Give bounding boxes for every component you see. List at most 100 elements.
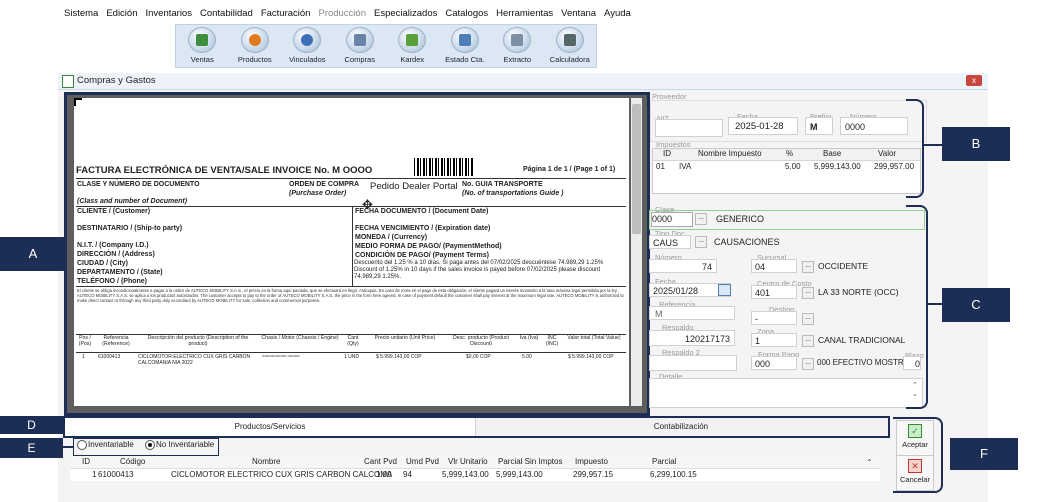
grid-cant: 1.00	[376, 470, 392, 479]
tab-productos-servicios[interactable]: Productos/Servicios	[65, 418, 476, 436]
clase-code-input[interactable]: 0000	[651, 212, 693, 227]
preview-scrollbar[interactable]	[631, 98, 642, 406]
toolbar-calculadora-button[interactable]: Calculadora	[544, 25, 597, 67]
proveedor-numero-input[interactable]: 0000	[840, 117, 908, 135]
referencia-input[interactable]: M	[649, 306, 735, 320]
impuestos-row[interactable]: 01 IVA 5.00 5,999,143.00 299,957.00	[653, 162, 920, 173]
close-button[interactable]: x	[966, 75, 982, 86]
grid-col-parcial: Parcial	[652, 457, 677, 466]
crop-mark	[74, 98, 82, 106]
toolbar-kardex-button[interactable]: Kardex	[386, 25, 439, 67]
medio-label: MEDIO FORMA DE PAGO/ (PaymentMethod)	[355, 243, 502, 250]
tab-contabilizacion[interactable]: Contabilización	[476, 418, 886, 436]
toolbar-estado-cta-button[interactable]: Estado Cta.	[439, 25, 492, 67]
cancelar-button[interactable]: ✕ Cancelar	[896, 455, 934, 491]
check-icon: ✓	[908, 424, 922, 438]
centro-costo-lookup-button[interactable]: ...	[802, 287, 814, 299]
toolbar-productos-button[interactable]: Productos	[229, 25, 282, 67]
no-inventariable-label: No Inventariable	[156, 440, 215, 449]
cancelar-label: Cancelar	[899, 475, 930, 484]
grid-scroll-up-icon[interactable]: ⌃	[866, 458, 873, 467]
divider	[76, 178, 626, 179]
menu-inventarios[interactable]: Inventarios	[142, 8, 196, 24]
departamento-label: DEPARTAMENTO / (State)	[77, 269, 163, 276]
clase-label: CLASE Y NÚMERO DE DOCUMENTO	[77, 181, 200, 188]
nit-input[interactable]	[655, 119, 723, 137]
sucursal-code-input[interactable]: 04	[751, 259, 797, 273]
col-desc: Desc. producto (Product Discount)	[453, 335, 509, 347]
fecha-doc-label: FECHA DOCUMENTO / (Document Date)	[355, 208, 489, 215]
aceptar-button[interactable]: ✓ Aceptar	[896, 420, 934, 456]
imp-id: 01	[656, 162, 665, 171]
callout-bracket-c	[906, 205, 928, 409]
calculator-icon	[555, 27, 584, 53]
scroll-thumb[interactable]	[632, 104, 641, 234]
calendar-icon[interactable]	[718, 284, 731, 296]
proveedor-fecha-input[interactable]: 2025-01-28	[728, 117, 798, 135]
main-toolbar: Ventas Productos Vinculados Compras Kard…	[175, 24, 597, 68]
guia-label: No. GUIA TRANSPORTE	[462, 181, 543, 188]
destino-input[interactable]: -	[751, 311, 797, 325]
menu-contabilidad[interactable]: Contabilidad	[196, 8, 257, 24]
menu-ventana[interactable]: Ventana	[557, 8, 600, 24]
invoice-items-header: Pos / (Pos) Referencia (Reference) Descr…	[76, 335, 626, 353]
formapago-code-input[interactable]: 000	[751, 356, 797, 370]
invoice-item-row: 1 61000413 CICLOMOTOR ELECTRICO CUX GRIS…	[76, 354, 626, 372]
grid-impuesto: 299,957.15	[573, 470, 614, 479]
tipodoc-code-input[interactable]: CAUS	[649, 235, 691, 249]
imp-col-id: ID	[663, 149, 671, 158]
tipodoc-lookup-button[interactable]: ...	[695, 236, 707, 248]
formapago-lookup-button[interactable]: ...	[802, 358, 814, 370]
respaldo-input[interactable]: 120217173	[649, 330, 735, 346]
menu-bar: Sistema Edición Inventarios Contabilidad…	[60, 8, 635, 24]
col-referencia: Referencia (Reference)	[102, 335, 130, 347]
menu-ayuda[interactable]: Ayuda	[600, 8, 635, 24]
inventariable-label: Inventariable	[88, 440, 134, 449]
tipodoc-name: CAUSACIONES	[714, 237, 780, 247]
detalle-textarea[interactable]	[649, 378, 923, 408]
respaldo2-input[interactable]	[649, 355, 737, 371]
destino-lookup-button[interactable]: ...	[802, 313, 814, 325]
sucursal-lookup-button[interactable]: ...	[802, 261, 814, 273]
centro-costo-code-input[interactable]: 401	[751, 285, 797, 299]
item-cant: 1 UND	[344, 354, 360, 360]
window-titlebar: Compras y Gastos x	[58, 73, 988, 90]
legal-text: El cliente se obliga incondicionalmente …	[77, 288, 624, 303]
zona-lookup-button[interactable]: ...	[802, 335, 814, 347]
direccion-label: DIRECCIÓN / (Address)	[77, 251, 155, 258]
toolbar-extracto-button[interactable]: Extracto	[491, 25, 544, 67]
menu-facturacion[interactable]: Facturación	[257, 8, 315, 24]
item-chasis: •••••••••••••••••••• ••••••••••	[262, 354, 300, 358]
no-inventariable-radio[interactable]	[145, 440, 155, 450]
divider	[76, 206, 626, 207]
grid-col-cant: Cant Pvd	[364, 457, 397, 466]
menu-catalogos[interactable]: Catalogos	[441, 8, 492, 24]
toolbar-compras-button[interactable]: Compras	[334, 25, 387, 67]
menu-produccion[interactable]: Producción	[314, 8, 370, 24]
imp-col-valor: Valor	[878, 149, 897, 158]
statement-extract-icon	[503, 27, 532, 53]
prefijo-input[interactable]: M	[805, 117, 833, 135]
clase-lookup-button[interactable]: ...	[695, 213, 707, 225]
orden-value: Pedido Dealer Portal	[370, 181, 458, 192]
grid-col-codigo: Código	[120, 457, 146, 466]
inventariable-radio[interactable]	[77, 440, 87, 450]
menu-especializados[interactable]: Especializados	[370, 8, 441, 24]
grid-col-id: ID	[82, 457, 90, 466]
grid-parcial: 6,299,100.15	[650, 470, 697, 479]
toolbar-ventas-button[interactable]: Ventas	[176, 25, 229, 67]
sales-icon	[188, 27, 217, 53]
col-iva: Iva (Iva)	[519, 335, 539, 341]
discount-note: Descuento del 1.25 % a 10 días. Si paga …	[354, 260, 604, 280]
toolbar-vinculados-button[interactable]: Vinculados	[281, 25, 334, 67]
menu-edicion[interactable]: Edición	[102, 8, 141, 24]
menu-herramientas[interactable]: Herramientas	[492, 8, 557, 24]
callout-d: D	[0, 416, 63, 434]
imp-pct: 5.00	[785, 162, 801, 171]
numero-input[interactable]: 74	[649, 259, 717, 273]
col-chasis: Chasis / Motor (Chassis / Engine)	[261, 335, 339, 341]
zona-code-input[interactable]: 1	[751, 333, 797, 347]
col-descripcion: Descripción del producto (Description of…	[147, 335, 249, 347]
products-grid-header: ID Código Nombre Cant Pvd Umd Pvd Vlr Un…	[70, 456, 880, 469]
menu-sistema[interactable]: Sistema	[60, 8, 102, 24]
